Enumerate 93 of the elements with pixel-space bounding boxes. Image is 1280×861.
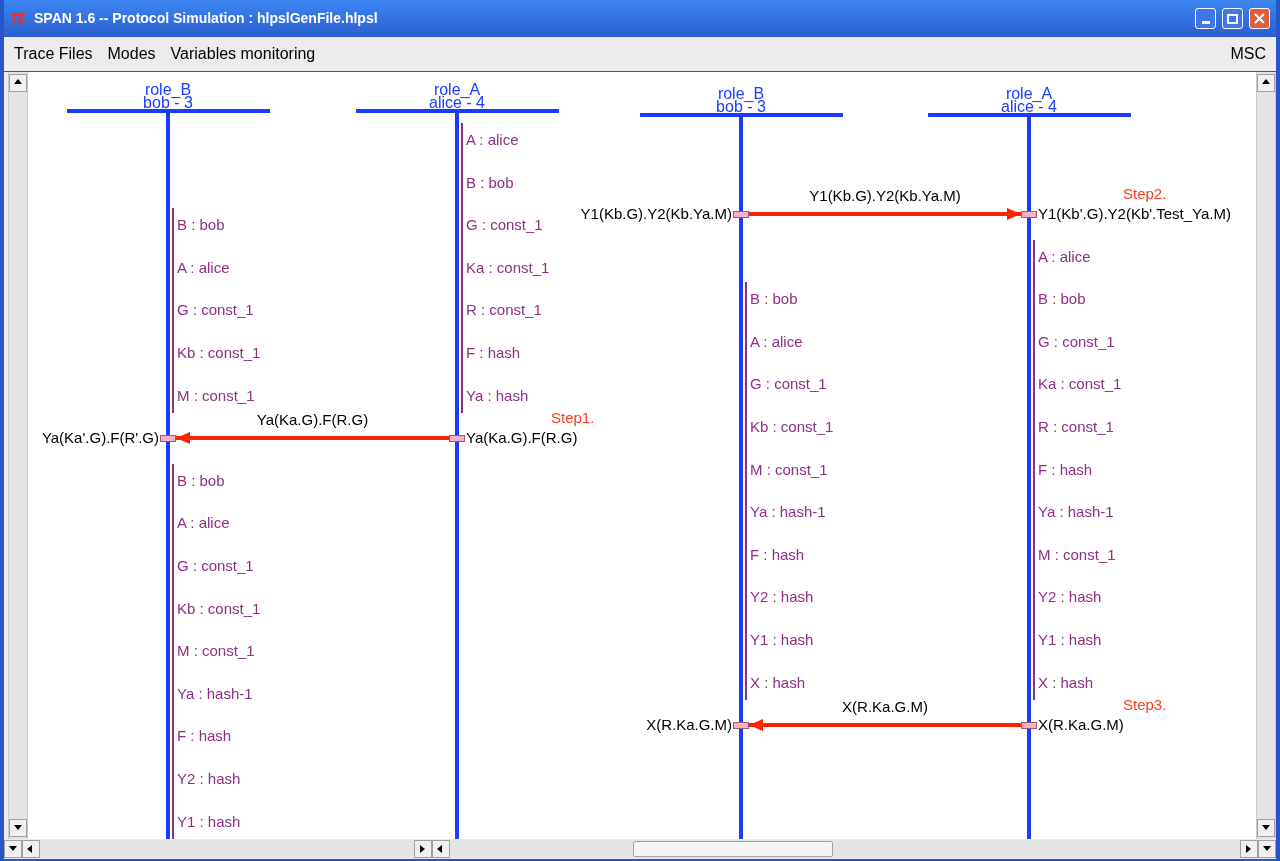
variable-value: Y1 : hash [1038, 632, 1102, 647]
variable-value: Y2 : hash [1038, 589, 1102, 605]
variable-value: A : alice [177, 259, 230, 275]
horizontal-scrollbar[interactable] [432, 840, 1258, 858]
minimize-icon [1201, 21, 1210, 24]
variable-value: Y2 : hash [177, 771, 241, 786]
message-anchor [160, 435, 176, 443]
variable-value: G : const_1 [177, 558, 254, 573]
variable-value: G : const_1 [177, 302, 254, 318]
window-title: SPAN 1.6 -- Protocol Simulation : hlpslGenFile.hlpsl [34, 9, 379, 28]
vertical-scrollbar[interactable] [8, 72, 28, 839]
message-label: Y1(Kb.G).Y2(Kb.Ya.M) [809, 188, 961, 203]
lifeline-role: role_A [433, 82, 481, 98]
menu-item[interactable]: Variables monitoring [170, 42, 316, 66]
scroll-thumb[interactable] [633, 841, 833, 857]
variable-value: F : hash [177, 728, 232, 744]
variable-value: Ka : const_1 [466, 259, 550, 275]
variable-value: A : alice [466, 132, 519, 147]
scroll-right-button[interactable] [414, 840, 432, 858]
sent-term: Y1(Kb.G).Y2(Kb.Ya.M) [580, 206, 732, 221]
received-term: Y1(Kb'.G).Y2(Kb'.Test_Ya.M) [1038, 206, 1231, 221]
variable-value: A : alice [750, 333, 803, 349]
step-label: Step1. [551, 410, 595, 426]
variable-value: M : const_1 [1038, 546, 1116, 562]
variable-value: A : alice [177, 515, 230, 531]
variable-value: M : const_1 [177, 643, 255, 659]
scroll-down-button[interactable] [4, 840, 22, 858]
variable-value: G : const_1 [750, 376, 827, 392]
lifeline-role: role_A [1005, 86, 1053, 102]
lifeline-instance: alice - 4 [1001, 99, 1057, 115]
variable-value: B : bob [177, 472, 225, 488]
variable-value: Y1 : hash [750, 632, 814, 647]
variable-value: B : bob [466, 174, 514, 190]
variable-value: B : bob [1038, 291, 1086, 307]
variable-value: Kb : const_1 [177, 345, 261, 360]
variable-value: M : const_1 [177, 387, 255, 403]
variable-value: M : const_1 [750, 461, 828, 477]
variable-value: G : const_1 [466, 217, 543, 233]
minimize-button[interactable] [1195, 8, 1216, 29]
message-anchor [733, 722, 749, 730]
menu-item[interactable]: Modes [107, 42, 156, 66]
variable-value: F : hash [1038, 461, 1093, 477]
message-anchor [733, 211, 749, 218]
variable-value: Y1 : hash [177, 813, 241, 829]
vertical-scrollbar[interactable] [1256, 72, 1276, 839]
message-anchor [1021, 722, 1037, 730]
lifeline-instance: bob - 3 [716, 99, 766, 115]
horizontal-scrollbar[interactable] [22, 840, 432, 858]
maximize-button[interactable] [1222, 8, 1243, 29]
variable-value: X : hash [1038, 674, 1094, 690]
scroll-right-button[interactable] [1240, 840, 1258, 858]
scroll-up-button[interactable] [9, 74, 27, 92]
scroll-down-button[interactable] [9, 819, 27, 837]
variable-value: Kb : const_1 [177, 600, 261, 616]
message-anchor [449, 435, 465, 443]
step-label: Step2. [1123, 186, 1167, 201]
app-icon [10, 11, 28, 26]
variable-value: Ya : hash-1 [750, 504, 826, 520]
menu-item[interactable]: MSC [1230, 42, 1266, 66]
scroll-left-button[interactable] [432, 840, 450, 858]
variable-value: F : hash [466, 345, 521, 360]
lifeline-instance: alice - 4 [429, 95, 485, 111]
variable-value: Ya : hash [466, 387, 529, 403]
received-term: X(R.Ka.G.M) [1038, 717, 1124, 733]
close-icon [1254, 13, 1265, 24]
variable-value: R : const_1 [466, 302, 542, 318]
variable-value: F : hash [750, 546, 805, 562]
message-label: Ya(Ka.G).F(R.G) [256, 412, 369, 428]
variable-value: X : hash [750, 674, 806, 690]
sent-term: Ya(Ka'.G).F(R'.G) [41, 430, 159, 446]
variable-value: Ka : const_1 [1038, 376, 1122, 392]
lifeline-instance: bob - 3 [143, 95, 193, 111]
received-term: Ya(Ka.G).F(R.G) [466, 430, 578, 446]
message-label: X(R.Ka.G.M) [842, 699, 928, 715]
variable-value: Kb : const_1 [750, 419, 834, 434]
variable-value: Ya : hash-1 [177, 685, 253, 701]
scroll-down-button[interactable] [1257, 819, 1275, 837]
variable-value: R : const_1 [1038, 419, 1114, 434]
variable-value: Ya : hash-1 [1038, 504, 1114, 520]
variable-value: B : bob [750, 291, 798, 307]
variable-value: B : bob [177, 217, 225, 233]
scroll-up-button[interactable] [1257, 74, 1275, 92]
scroll-left-button[interactable] [22, 840, 40, 858]
variable-value: G : const_1 [1038, 333, 1115, 349]
close-button[interactable] [1249, 8, 1270, 29]
variable-value: A : alice [1038, 248, 1091, 264]
menu-item[interactable]: Trace Files [14, 42, 93, 66]
maximize-icon [1227, 13, 1238, 24]
step-label: Step3. [1123, 697, 1167, 713]
scroll-down-button[interactable] [1258, 840, 1276, 858]
sent-term: X(R.Ka.G.M) [646, 717, 732, 733]
variable-value: Y2 : hash [750, 589, 814, 605]
message-anchor [1021, 211, 1037, 218]
